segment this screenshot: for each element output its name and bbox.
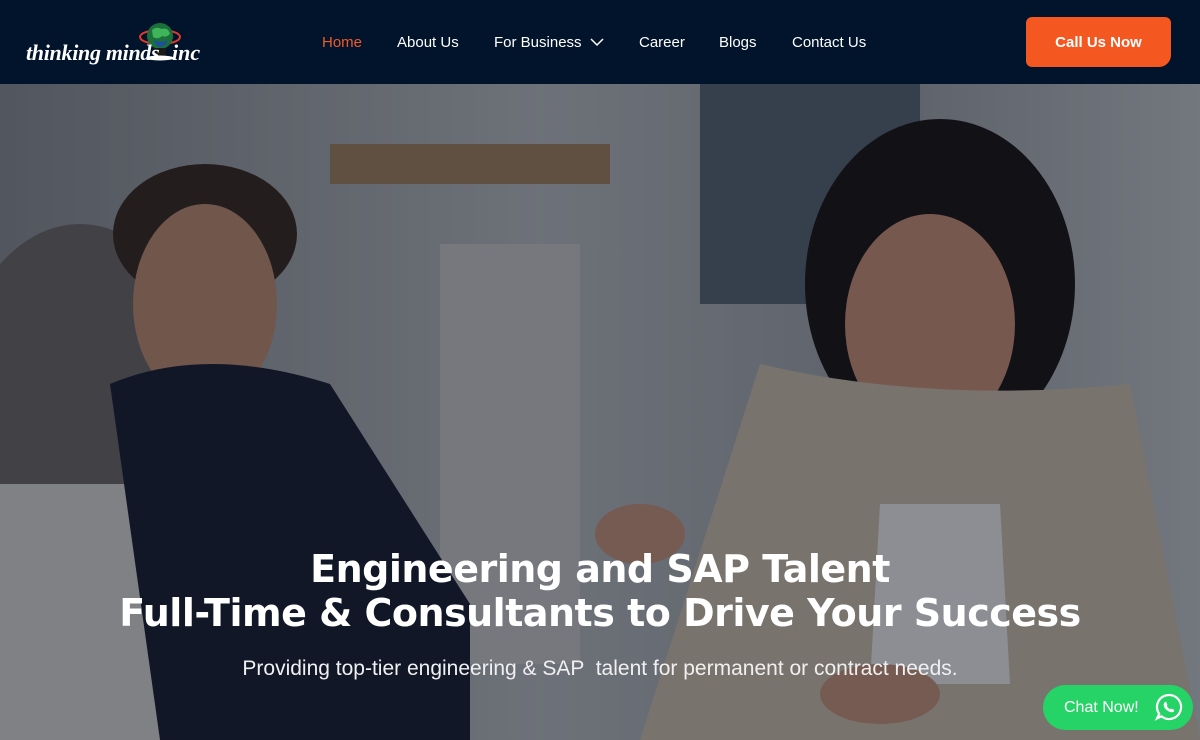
- hero-dark-overlay: [0, 84, 1200, 740]
- top-navbar: thinking minds inc Home About Us For Bus…: [0, 0, 1200, 84]
- whatsapp-icon: [1154, 693, 1183, 721]
- nav-for-business[interactable]: For Business: [494, 34, 604, 51]
- nav-about-us[interactable]: About Us: [397, 34, 459, 51]
- hero-subtitle: Providing top-tier engineering & SAP tal…: [242, 657, 958, 680]
- chat-now-label: Chat Now!: [1064, 698, 1139, 716]
- nav-contact-us[interactable]: Contact Us: [792, 34, 866, 51]
- hero-title-line-2: Full-Time & Consultants to Drive Your Su…: [119, 591, 1081, 635]
- chevron-down-icon: [590, 38, 604, 47]
- nav-home[interactable]: Home: [322, 34, 362, 51]
- nav-for-business-label: For Business: [494, 33, 582, 51]
- nav-career[interactable]: Career: [639, 34, 685, 51]
- hero-title-line-1: Engineering and SAP Talent: [310, 547, 890, 591]
- logo[interactable]: thinking minds inc: [26, 14, 206, 72]
- logo-text-suffix: inc: [172, 40, 201, 65]
- call-us-now-button[interactable]: Call Us Now: [1026, 17, 1171, 67]
- logo-text: thinking minds: [26, 40, 160, 65]
- nav-blogs[interactable]: Blogs: [719, 34, 757, 51]
- hero-section: Engineering and SAP Talent Full-Time & C…: [0, 84, 1200, 740]
- chat-now-button[interactable]: Chat Now!: [1043, 685, 1193, 730]
